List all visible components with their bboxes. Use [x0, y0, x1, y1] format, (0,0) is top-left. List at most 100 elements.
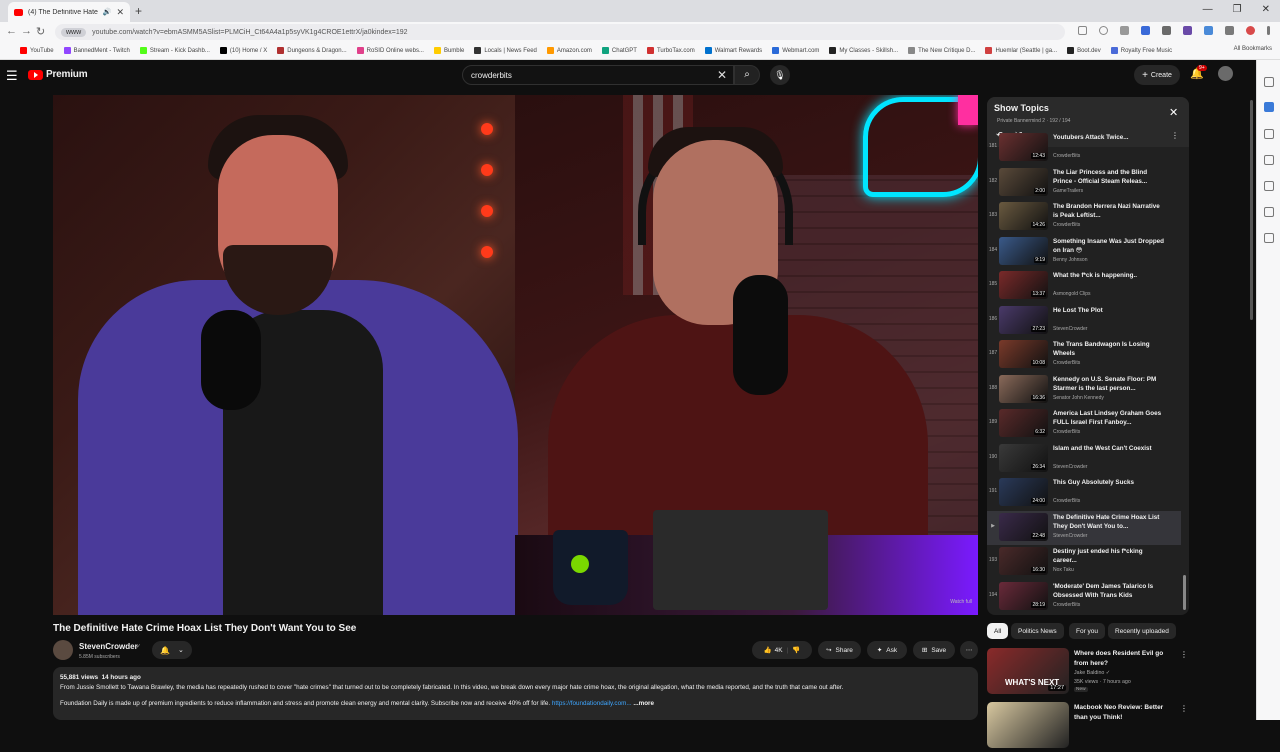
bookmark-item[interactable]: YouTube: [20, 47, 54, 54]
bookmark-item[interactable]: Stream - Kick Dashb...: [139, 47, 210, 54]
playlist-item[interactable]: ▶ 22:48 The Definitive Hate Crime Hoax Lis…: [987, 510, 1181, 545]
install-icon[interactable]: [1078, 26, 1087, 35]
playlist-item[interactable]: 193 16:30 Destiny just ended his f*cking c…: [987, 545, 1181, 579]
account-avatar[interactable]: [1218, 66, 1233, 81]
dislike-button[interactable]: 👎: [792, 646, 800, 654]
playlist-item[interactable]: 190 26:34 Islam and the West Can't Coexist…: [987, 442, 1181, 476]
subscription-bell-button[interactable]: 🔔 ⌄: [152, 641, 192, 659]
search-input[interactable]: crowderbits ✕: [462, 65, 734, 85]
voice-search-button[interactable]: 🎙: [770, 65, 790, 85]
close-tab-icon[interactable]: ✕: [116, 7, 124, 18]
filter-chip[interactable]: All: [987, 623, 1009, 639]
like-button[interactable]: 👍 4K: [764, 646, 783, 655]
bookmark-item[interactable]: TurboTax.com: [646, 47, 695, 54]
menu-icon[interactable]: ☰: [6, 68, 18, 84]
bookmark-item[interactable]: Dungeons & Dragon...: [277, 47, 347, 54]
playlist-item[interactable]: 188 16:36 Kennedy on U.S. Senate Floor: PM…: [987, 373, 1181, 407]
channel-avatar[interactable]: [53, 640, 73, 660]
bookmark-item[interactable]: BannedMent - Twitch: [63, 47, 130, 54]
search-button[interactable]: ⌕: [734, 65, 760, 85]
channel-name[interactable]: StevenCrowder: [79, 642, 138, 651]
audio-icon[interactable]: 🔊: [103, 8, 112, 16]
sidebar-icon-2[interactable]: [1264, 102, 1274, 112]
notification-count-badge: 9+: [1197, 65, 1207, 71]
sponsor-link[interactable]: https://foundationdaily.com...: [552, 700, 632, 707]
filter-chip[interactable]: Recently uploaded: [1108, 623, 1176, 639]
recommendation-item[interactable]: Macbook Neo Review: Better than you Thin…: [987, 702, 1188, 752]
browser-tab[interactable]: (4) The Definitive Hate Cr 🔊 ✕: [8, 2, 130, 22]
forward-icon[interactable]: →: [21, 25, 32, 37]
sidebar-icon-4[interactable]: [1264, 155, 1274, 165]
reload-icon[interactable]: ↻: [36, 25, 45, 38]
close-playlist-icon[interactable]: ✕: [1169, 106, 1178, 119]
playlist-scrollbar[interactable]: [1183, 575, 1186, 610]
playlist-item[interactable]: 189 6:32 America Last Lindsey Graham Goes …: [987, 407, 1181, 441]
more-icon[interactable]: ⋮: [1180, 650, 1188, 659]
new-tab-button[interactable]: +: [135, 4, 142, 18]
show-more-button[interactable]: ...more: [633, 700, 654, 707]
description-box[interactable]: 55,881 views 14 hours ago From Jussie Sm…: [53, 667, 978, 720]
bookmark-item[interactable]: Walmart Rewards: [704, 47, 762, 54]
playlist-item[interactable]: 183 14:26 The Brandon Herrera Nazi Narrati…: [987, 200, 1181, 234]
sidebar-icon-7[interactable]: [1264, 233, 1274, 243]
profile-icon[interactable]: [1246, 26, 1255, 35]
extension-icon-5[interactable]: [1204, 26, 1213, 35]
playlist-thumbnail: 24:00: [999, 478, 1048, 506]
bookmark-item[interactable]: RoSID Online webs...: [356, 47, 424, 54]
more-icon[interactable]: ⋮: [1180, 704, 1188, 713]
more-actions-button[interactable]: ⋯: [960, 641, 978, 659]
all-bookmarks-button[interactable]: All Bookmarks: [1234, 46, 1272, 52]
clear-search-icon[interactable]: ✕: [717, 68, 727, 82]
sidebar-icon-3[interactable]: [1264, 129, 1274, 139]
playlist-item[interactable]: 186 27:23 He Lost The Plot StevenCrowder: [987, 304, 1181, 338]
sidebar-icon-5[interactable]: [1264, 181, 1274, 191]
bookmark-label: Royalty Free Music: [1120, 47, 1173, 54]
sidebar-icon-1[interactable]: [1264, 77, 1274, 87]
extension-icon-2[interactable]: [1141, 26, 1150, 35]
extension-icon-4[interactable]: [1183, 26, 1192, 35]
recommendation-item[interactable]: WHAT'S NEXT 17:27 Where does Resident Evil…: [987, 648, 1188, 698]
page-scrollbar[interactable]: [1250, 100, 1253, 320]
playlist-item-title: 'Moderate' Dem James Talarico Is Obsesse…: [1053, 582, 1154, 599]
bookmark-item[interactable]: Huemlar (Seattle | ga...: [985, 47, 1057, 54]
create-button[interactable]: + Create: [1134, 65, 1180, 85]
filter-chip[interactable]: Politics News: [1011, 623, 1064, 639]
playlist-item[interactable]: 185 13:37 What the f*ck is happening.. Asmo…: [987, 269, 1181, 303]
bookmark-item[interactable]: Locals | News Feed: [474, 47, 537, 54]
filter-chip[interactable]: For you: [1069, 623, 1106, 639]
bookmark-item[interactable]: Bumble: [433, 47, 464, 54]
extension-icon-3[interactable]: [1162, 26, 1171, 35]
save-button[interactable]: ⊞ Save: [913, 641, 955, 659]
bookmark-item[interactable]: Boot.dev: [1067, 47, 1101, 54]
playlist-item[interactable]: 181 12:43 Youtubers Attack Twice... Crowder…: [987, 131, 1181, 165]
minimize-icon[interactable]: —: [1203, 4, 1213, 15]
star-icon[interactable]: [1099, 26, 1108, 35]
ask-button[interactable]: ✦ Ask: [867, 641, 907, 659]
playlist-item[interactable]: 184 9:19 Something Insane Was Just Dropped…: [987, 235, 1181, 269]
playlist-item[interactable]: 187 10:08 The Trans Bandwagon Is Losing Wh…: [987, 338, 1181, 372]
playlist-item[interactable]: 194 28:19 'Moderate' Dem James Talarico Is…: [987, 580, 1181, 614]
share-button[interactable]: ↪ Share: [818, 641, 861, 659]
bookmark-item[interactable]: The New Critique D...: [908, 47, 975, 54]
address-bar[interactable]: www youtube.com/watch?v=ebmASMM5ASlist=P…: [55, 24, 1065, 40]
bookmark-item[interactable]: Amazon.com: [546, 47, 592, 54]
back-icon[interactable]: ←: [6, 25, 17, 37]
close-window-icon[interactable]: ✕: [1262, 4, 1270, 15]
site-info-chip[interactable]: www: [61, 27, 87, 37]
bookmark-item[interactable]: Webmart.com: [772, 47, 819, 54]
restore-icon[interactable]: ❐: [1233, 4, 1242, 15]
extension-icon-6[interactable]: [1225, 26, 1234, 35]
playlist-title[interactable]: Show Topics: [994, 103, 1049, 113]
bookmark-item[interactable]: (10) Home / X: [219, 47, 267, 54]
menu-icon[interactable]: [1267, 26, 1270, 35]
extension-icon-1[interactable]: [1120, 26, 1129, 35]
sidebar-icon-6[interactable]: [1264, 207, 1274, 217]
bookmark-item[interactable]: My Classes - Skillsh...: [829, 47, 898, 54]
bookmark-item[interactable]: ChatGPT: [601, 47, 637, 54]
playlist-item[interactable]: 191 24:00 This Guy Absolutely Sucks Crowder…: [987, 476, 1181, 510]
playlist-item[interactable]: 182 2:00 The Liar Princess and the Blind P…: [987, 166, 1181, 200]
bookmark-favicon-icon: [601, 47, 609, 54]
video-player[interactable]: Watch full: [53, 95, 978, 615]
youtube-premium-logo[interactable]: Premium: [28, 69, 88, 80]
bookmark-item[interactable]: Royalty Free Music: [1110, 47, 1173, 54]
